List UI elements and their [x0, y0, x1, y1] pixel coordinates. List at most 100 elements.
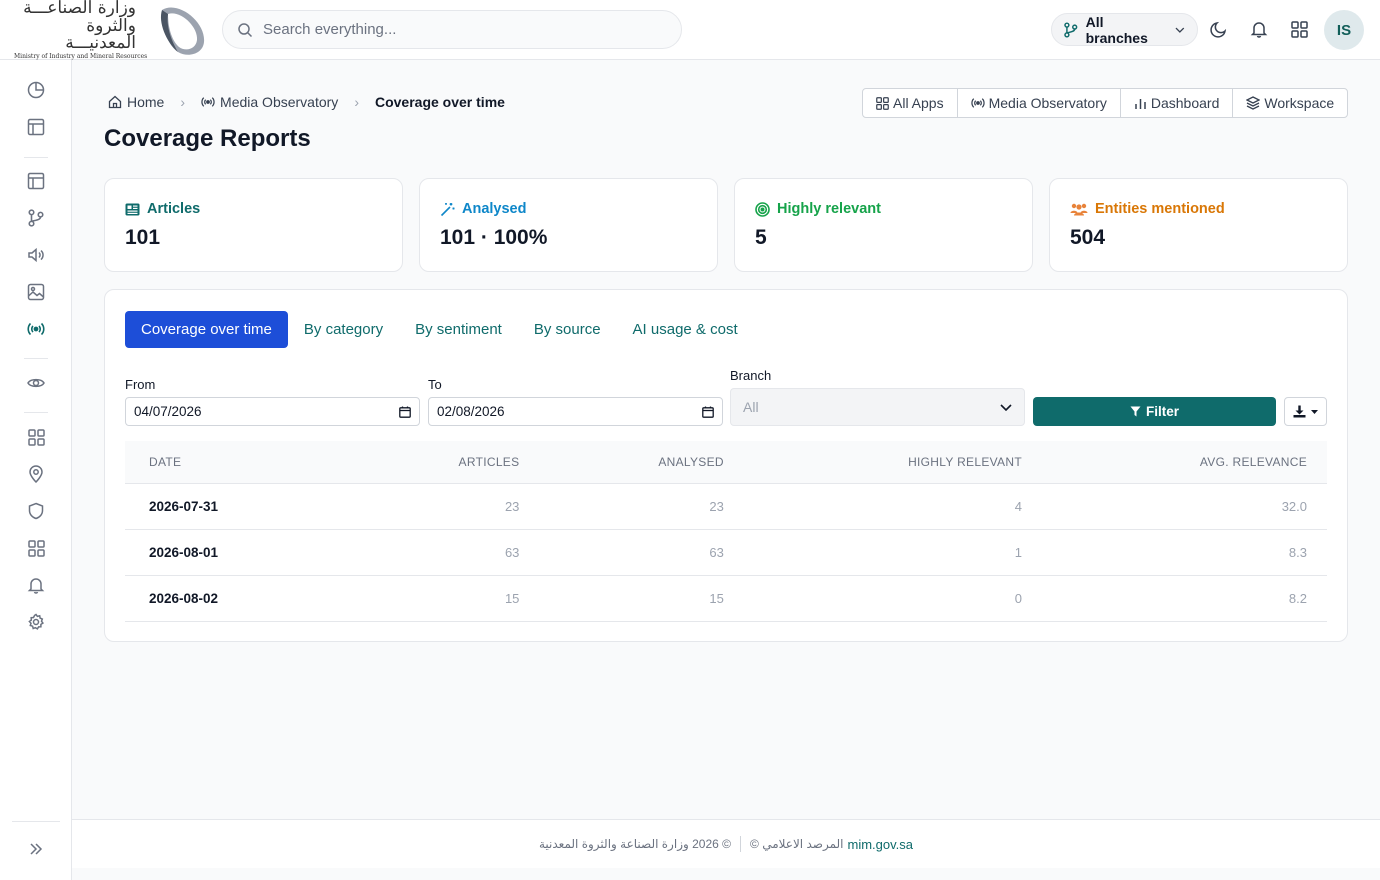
image-icon — [27, 283, 45, 301]
sidebar-item-apps[interactable] — [25, 426, 47, 448]
quicklink-label: Dashboard — [1150, 95, 1220, 111]
cell-highly-relevant: 0 — [743, 575, 1042, 622]
tab-ai-usage-cost[interactable]: AI usage & cost — [617, 311, 754, 348]
stat-label: Articles — [147, 201, 201, 217]
quicklink-media-observatory[interactable]: Media Observatory — [958, 89, 1121, 117]
layout-icon — [27, 118, 45, 136]
to-date-input[interactable]: 02/08/2026 — [428, 397, 723, 426]
column-header-highly-relevant[interactable]: HIGHLY RELEVANT — [743, 441, 1042, 484]
calendar-icon — [702, 406, 714, 418]
chevrons-right-icon — [30, 843, 43, 855]
from-date-input[interactable]: 04/07/2026 — [125, 397, 420, 426]
sidebar-item-settings[interactable] — [25, 611, 47, 633]
breadcrumb-current: Coverage over time — [374, 94, 505, 110]
column-header-analysed[interactable]: ANALYSED — [539, 441, 744, 484]
shield-icon — [28, 502, 44, 520]
dark-mode-toggle[interactable] — [1208, 18, 1230, 40]
cell-articles: 23 — [344, 483, 540, 530]
broadcast-icon — [201, 97, 215, 107]
branch-select-value: All — [743, 399, 759, 415]
quicklink-dashboard[interactable]: Dashboard — [1121, 89, 1234, 117]
quicklink-all-apps[interactable]: All Apps — [863, 89, 958, 117]
cell-avg-relevance: 8.3 — [1041, 529, 1327, 576]
sidebar-item-security[interactable] — [25, 500, 47, 522]
search-input[interactable] — [263, 21, 663, 38]
table-header-row: DATE ARTICLES ANALYSED HIGHLY RELEVANT A… — [125, 441, 1327, 484]
user-avatar[interactable]: IS — [1324, 10, 1364, 50]
chevron-down-icon — [1175, 27, 1185, 33]
sidebar-expand-button[interactable] — [25, 838, 47, 860]
apps-grid-button[interactable] — [1288, 18, 1310, 40]
from-label: From — [125, 377, 156, 392]
cell-articles: 15 — [344, 575, 540, 622]
quicklink-label: Media Observatory — [988, 95, 1107, 111]
stat-value: 504 — [1070, 226, 1106, 249]
export-dropdown-button[interactable] — [1284, 397, 1327, 426]
breadcrumb-media-observatory[interactable]: Media Observatory — [201, 94, 338, 110]
broadcast-icon — [971, 98, 985, 108]
branch-selector[interactable]: All branches — [1051, 13, 1198, 46]
magic-wand-icon — [440, 202, 455, 216]
ministry-logo[interactable]: وزارة الصناعـــة والثروة المعدنيـــة Min… — [14, 0, 209, 60]
column-header-avg-relevance[interactable]: AVG. RELEVANCE — [1041, 441, 1327, 484]
top-bar: وزارة الصناعـــة والثروة المعدنيـــة Min… — [0, 0, 1380, 60]
sidebar-item-analytics[interactable] — [25, 79, 47, 101]
branch-selector-label: All branches — [1085, 13, 1148, 46]
cell-analysed: 63 — [539, 529, 744, 576]
cell-highly-relevant: 1 — [743, 529, 1042, 576]
footer-observatory: المرصد الاعلامي © — [750, 837, 844, 851]
grid-icon — [27, 539, 45, 557]
bell-icon — [27, 578, 45, 594]
from-date-value: 04/07/2026 — [134, 404, 202, 419]
sidebar-item-media-observatory[interactable] — [25, 318, 47, 340]
filter-button[interactable]: Filter — [1033, 397, 1276, 426]
sidebar-item-layout[interactable] — [25, 116, 47, 138]
footer: © 2026 وزارة الصناعة والثروة المعدنية ال… — [72, 819, 1380, 868]
cell-analysed: 23 — [539, 483, 744, 530]
tab-coverage-over-time[interactable]: Coverage over time — [125, 311, 288, 348]
breadcrumb: Home › Media Observatory › Coverage over… — [108, 93, 505, 111]
notifications-button[interactable] — [1248, 18, 1270, 40]
sidebar — [0, 60, 72, 880]
footer-site-link[interactable]: mim.gov.sa — [848, 837, 914, 852]
column-header-articles[interactable]: ARTICLES — [344, 441, 540, 484]
home-icon — [108, 95, 122, 109]
cell-date: 2026-08-02 — [125, 575, 345, 622]
cell-avg-relevance: 8.2 — [1041, 575, 1327, 622]
sidebar-item-dashboard[interactable] — [25, 170, 47, 192]
sidebar-item-notifications[interactable] — [25, 574, 47, 596]
sidebar-item-media[interactable] — [25, 281, 47, 303]
sidebar-item-announcements[interactable] — [25, 244, 47, 266]
branch-label: Branch — [730, 368, 772, 383]
tab-by-source[interactable]: By source — [518, 311, 617, 348]
report-panel: Coverage over time By category By sentim… — [104, 289, 1348, 642]
logo-mark-icon — [160, 7, 205, 55]
breadcrumb-separator: › — [354, 94, 359, 110]
caret-down-icon — [1311, 409, 1318, 414]
global-search[interactable] — [222, 10, 682, 49]
cell-highly-relevant: 4 — [743, 483, 1042, 530]
breadcrumb-home[interactable]: Home — [108, 94, 164, 110]
stat-label: Analysed — [462, 201, 527, 217]
stat-label: Highly relevant — [777, 201, 881, 217]
gear-icon — [28, 613, 44, 630]
bar-chart-icon — [1135, 98, 1146, 109]
tab-by-sentiment[interactable]: By sentiment — [399, 311, 518, 348]
speaker-icon — [28, 247, 44, 263]
tab-by-category[interactable]: By category — [288, 311, 399, 348]
branch-select[interactable]: All — [730, 388, 1025, 426]
breadcrumb-separator: › — [180, 94, 186, 110]
sidebar-divider — [24, 358, 48, 359]
grid-icon — [1290, 20, 1308, 38]
sidebar-item-branches[interactable] — [25, 207, 47, 229]
column-header-date[interactable]: DATE — [125, 441, 345, 484]
sidebar-item-monitoring[interactable] — [25, 372, 47, 394]
cell-articles: 63 — [344, 529, 540, 576]
sidebar-item-modules[interactable] — [25, 537, 47, 559]
quicklink-workspace[interactable]: Workspace — [1233, 89, 1347, 117]
to-date-value: 02/08/2026 — [437, 404, 505, 419]
sidebar-item-locations[interactable] — [25, 463, 47, 485]
sidebar-divider — [12, 821, 60, 822]
table-row: 2026-08-01 63 63 1 8.3 — [125, 529, 1327, 576]
sidebar-divider — [24, 412, 48, 413]
